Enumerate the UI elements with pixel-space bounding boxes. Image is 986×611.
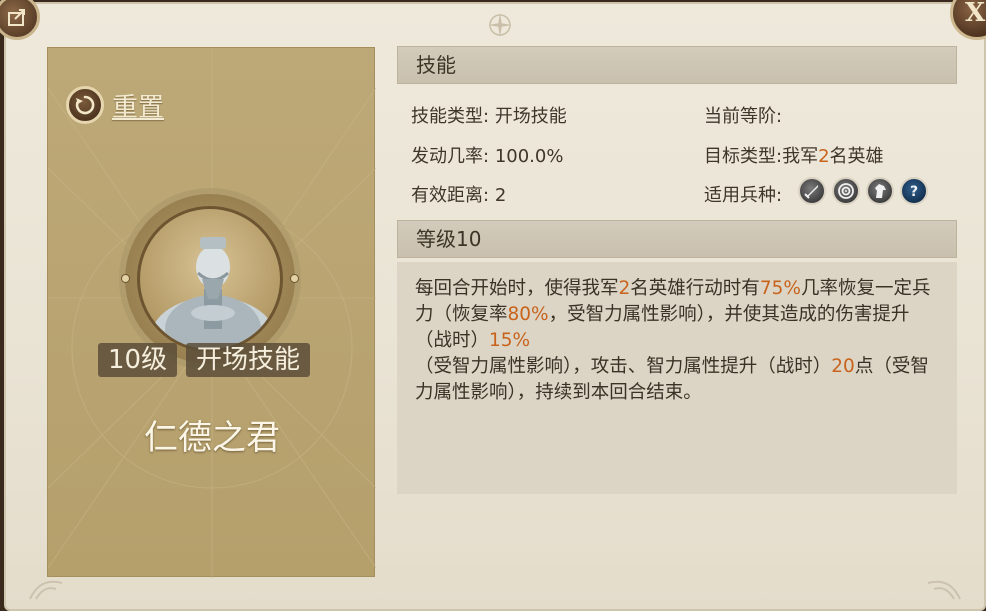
ring-stud	[121, 274, 130, 283]
hero-portrait	[137, 206, 283, 352]
hero-skill-panel: 重置 10级 开场技能 仁德之君	[47, 47, 376, 578]
help-icon[interactable]: ?	[900, 177, 928, 205]
horse-icon[interactable]	[866, 177, 894, 205]
target-type-count: 2	[818, 146, 830, 167]
trigger-rate-value: 100.0%	[494, 146, 564, 167]
unit-types-label: 适用兵种:	[704, 185, 783, 206]
range-value: 2	[494, 185, 507, 206]
current-rank-row: 当前等阶:	[704, 102, 782, 128]
skill-type-value: 开场技能	[494, 106, 567, 127]
unit-type-icons: ?	[798, 177, 928, 205]
description-highlight-value: 20	[831, 356, 855, 377]
reset-button[interactable]: 重置	[66, 86, 164, 124]
skill-name: 仁德之君	[144, 418, 280, 458]
corner-ornament-icon	[927, 580, 961, 600]
skill-detail-dialog: 重置 10级 开场技能 仁德之君 技能 技能类型: 开场技能 当前等阶: 发动几…	[4, 2, 986, 611]
description-text: （受智力属性影响），攻击、智力属性提升（战时）	[415, 356, 832, 377]
trigger-rate-row: 发动几率: 100.0%	[411, 142, 563, 168]
range-row: 有效距离: 2	[411, 181, 506, 207]
reset-arrow-icon	[66, 86, 104, 124]
skill-description: 每回合开始时，使得我军2名英雄行动时有75%几率恢复一定兵力（恢复率80%，受智…	[397, 262, 957, 494]
description-highlight-value: 80%	[507, 304, 549, 325]
target-type-label: 目标类型:	[704, 146, 783, 167]
skill-type-row: 技能类型: 开场技能	[411, 102, 567, 128]
level-section-header: 等级10	[397, 220, 957, 258]
share-icon	[8, 9, 25, 26]
skill-level-tag: 10级	[98, 343, 178, 377]
trigger-rate-label: 发动几率:	[411, 146, 490, 167]
unit-types-row: 适用兵种:	[704, 181, 782, 207]
skill-type-tag: 开场技能	[186, 343, 311, 377]
description-highlight-value: 2	[618, 278, 631, 299]
description-text: 每回合开始时，使得我军	[415, 278, 619, 299]
reset-label[interactable]: 重置	[112, 87, 164, 124]
svg-text:?: ?	[910, 184, 918, 200]
close-icon: X	[965, 0, 986, 28]
compass-ornament-icon	[488, 13, 512, 37]
range-label: 有效距离:	[411, 185, 490, 206]
description-text: 名英雄行动时有	[630, 278, 760, 299]
current-rank-label: 当前等阶:	[704, 106, 783, 127]
target-type-suffix: 名英雄	[829, 146, 884, 167]
description-highlight-value: 15%	[489, 330, 531, 351]
corner-ornament-icon	[29, 580, 63, 600]
ring-stud	[290, 274, 299, 283]
target-type-prefix: 我军	[782, 146, 819, 167]
skill-section-header: 技能	[397, 46, 957, 84]
bow-target-icon[interactable]	[832, 177, 860, 205]
hero-portrait-frame	[121, 194, 299, 364]
target-type-row: 目标类型:我军2名英雄	[704, 142, 884, 168]
sword-icon[interactable]	[798, 177, 826, 205]
skill-type-label: 技能类型:	[411, 106, 490, 127]
description-highlight-value: 75%	[759, 278, 801, 299]
